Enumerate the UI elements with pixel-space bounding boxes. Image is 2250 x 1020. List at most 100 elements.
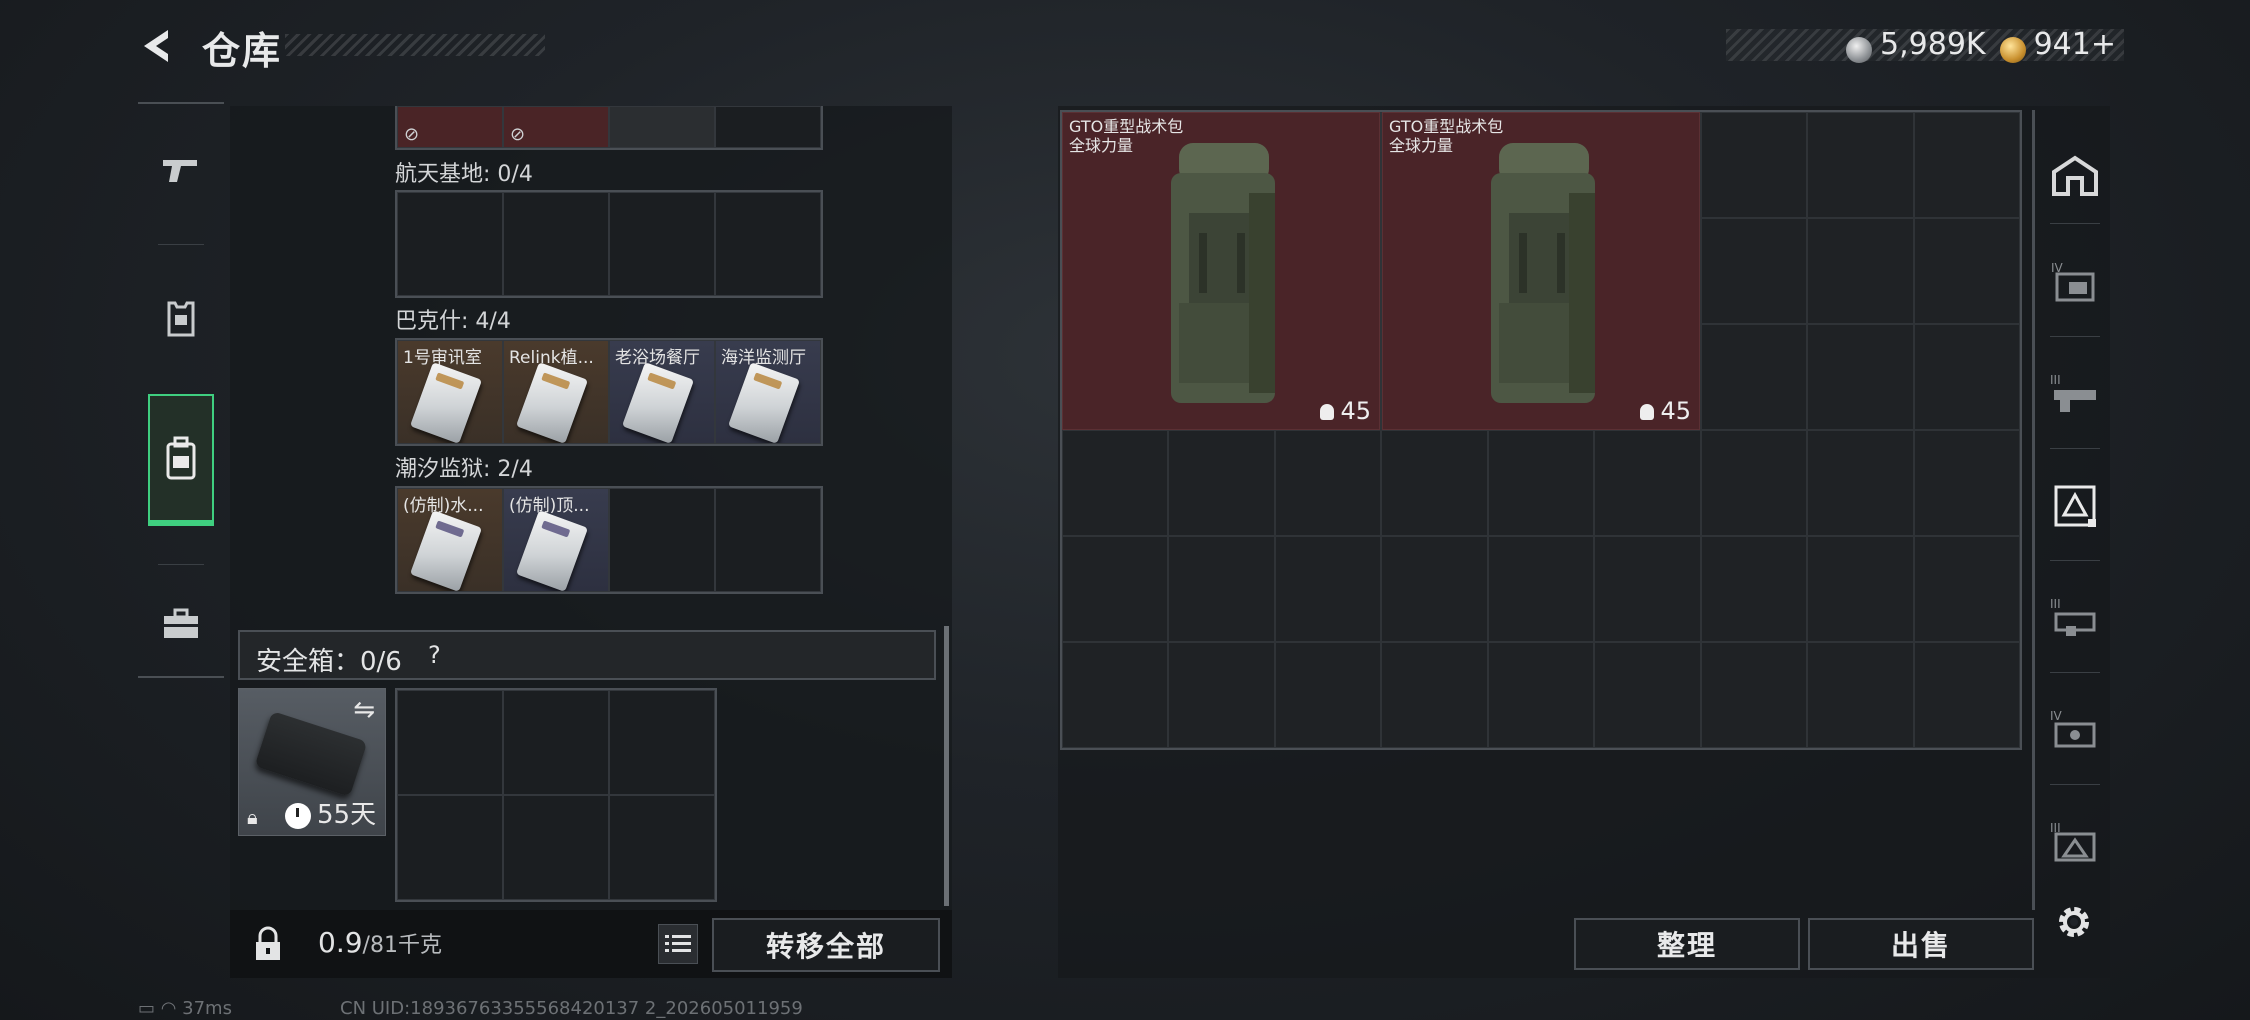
stash-slot[interactable] [1062, 430, 1169, 536]
transfer-all-button[interactable]: 转移全部 [712, 918, 940, 972]
uid-text: CN UID:18936763355568420137 2_2026050119… [340, 998, 803, 1019]
stash-slot[interactable] [1487, 642, 1595, 748]
safe-slot[interactable] [609, 690, 715, 795]
safe-slot[interactable] [397, 795, 503, 900]
tab-backpack[interactable] [148, 394, 214, 526]
keycard-item[interactable]: (仿制)顶... [503, 488, 609, 592]
stash-slot[interactable] [1168, 430, 1275, 536]
keycard-slot[interactable] [609, 192, 715, 296]
keycard-slot[interactable]: ⊘ [397, 106, 503, 148]
stash-item[interactable]: GTO重型战术包 全球力量 45 [1382, 112, 1700, 430]
stash-slot[interactable] [1700, 536, 1808, 642]
stash-slot[interactable] [1274, 430, 1382, 536]
tier4-gear-icon: IV [2050, 709, 2096, 748]
svg-text:III: III [2050, 597, 2061, 611]
safe-box-case[interactable]: ⇋ 🔒︎ 55天 [238, 688, 386, 836]
keycard-item[interactable]: (仿制)水... [397, 488, 503, 592]
stash-slot[interactable] [1381, 642, 1488, 748]
stash-slot[interactable] [1913, 324, 2020, 430]
tab-home[interactable] [2040, 126, 2110, 226]
stash-slot[interactable] [1700, 324, 1808, 430]
add-gold-button[interactable]: + [2091, 27, 2116, 62]
stash-slot[interactable] [1807, 218, 1914, 324]
stash-slot[interactable] [1594, 642, 1701, 748]
stash-slot[interactable] [1807, 536, 1914, 642]
tab-weapon-iii[interactable]: III [2040, 344, 2110, 444]
tab-case-iii[interactable]: III [2040, 792, 2110, 892]
stash-slot[interactable] [1807, 430, 1914, 536]
gold-currency[interactable]: 941+ [1999, 27, 2116, 63]
help-button[interactable]: ? [428, 641, 441, 669]
stash-slot[interactable] [1913, 536, 2020, 642]
stash-slot[interactable] [1807, 324, 1914, 430]
backpack-icon [166, 436, 196, 480]
swap-icon[interactable]: ⇋ [353, 695, 375, 725]
keycard-slot[interactable] [609, 106, 715, 148]
tab-weapons[interactable] [138, 104, 224, 234]
stash-slot[interactable] [1700, 112, 1808, 218]
remaining-days: 55天 [317, 800, 377, 830]
tab-armor[interactable] [138, 254, 224, 384]
keycard-slot[interactable] [609, 488, 715, 592]
keycard-grid-bakhsh: 1号审讯室 Relink植... 老浴场餐厅 海洋监测厅 [395, 338, 823, 446]
stash-slot[interactable] [1913, 430, 2020, 536]
organize-button[interactable]: 整理 [1574, 918, 1800, 970]
stash-slot[interactable] [1381, 430, 1488, 536]
stash-slot[interactable] [1594, 536, 1701, 642]
list-view-button[interactable] [658, 924, 698, 964]
tier3-case-icon: III [2050, 821, 2096, 862]
keycard-slot[interactable] [715, 192, 821, 296]
tab-folder-iv[interactable]: IV [2040, 232, 2110, 332]
stash-slot[interactable] [1274, 642, 1382, 748]
tab-vest-active[interactable] [2040, 456, 2110, 556]
tab-toolbox[interactable] [138, 574, 224, 674]
stash-slot[interactable] [1913, 112, 2020, 218]
sell-button[interactable]: 出售 [1808, 918, 2034, 970]
safe-slot[interactable] [503, 795, 609, 900]
safe-slot[interactable] [397, 690, 503, 795]
no-entry-icon: ⊘ [404, 124, 420, 145]
stash-slot[interactable] [1700, 218, 1808, 324]
backpack-image [1491, 143, 1595, 403]
capacity-count: 45 [1640, 397, 1691, 425]
home-icon [2052, 155, 2098, 196]
stash-slot[interactable] [1487, 430, 1595, 536]
keycard-item[interactable]: Relink植... [503, 340, 609, 444]
stash-slot[interactable] [1700, 430, 1808, 536]
stash-slot[interactable] [1062, 642, 1169, 748]
stash-slot[interactable] [1913, 642, 2020, 748]
keycard-slot[interactable] [503, 192, 609, 296]
left-category-tabs [138, 102, 224, 678]
stash-slot[interactable] [1700, 642, 1808, 748]
tab-gear-iv[interactable]: IV [2040, 680, 2110, 780]
stash-slot[interactable] [1274, 536, 1382, 642]
safe-slot[interactable] [503, 690, 609, 795]
keycard-slot[interactable] [715, 106, 821, 148]
stash-slot[interactable] [1594, 430, 1701, 536]
keycard-slot[interactable] [397, 192, 503, 296]
keycard-item[interactable]: 1号审讯室 [397, 340, 503, 444]
stash-slot[interactable] [1062, 536, 1169, 642]
stash-item[interactable]: GTO重型战术包 全球力量 45 [1062, 112, 1380, 430]
safe-slot[interactable] [609, 795, 715, 900]
clock-icon [285, 803, 311, 829]
keycard-slot[interactable]: ⊘ [503, 106, 609, 148]
tab-gear-iii[interactable]: III [2040, 568, 2110, 668]
stash-slot[interactable] [1487, 536, 1595, 642]
stash-slot[interactable] [1381, 536, 1488, 642]
lock-icon[interactable] [248, 924, 288, 964]
keycard-icon [727, 362, 801, 443]
stash-slot[interactable] [1807, 112, 1914, 218]
tier4-folder-icon: IV [2051, 261, 2095, 302]
settings-icon[interactable] [2052, 900, 2096, 944]
stash-slot[interactable] [1168, 536, 1275, 642]
keycard-item[interactable]: 海洋监测厅 [715, 340, 821, 444]
keycard-slot[interactable] [715, 488, 821, 592]
stash-slot[interactable] [1807, 642, 1914, 748]
scrollbar[interactable] [944, 626, 949, 906]
stash-slot[interactable] [1913, 218, 2020, 324]
keycard-grid-tidal-prison: (仿制)水... (仿制)顶... [395, 486, 823, 594]
keycard-item[interactable]: 老浴场餐厅 [609, 340, 715, 444]
stash-slot[interactable] [1168, 642, 1275, 748]
back-arrow-icon[interactable] [138, 26, 178, 66]
